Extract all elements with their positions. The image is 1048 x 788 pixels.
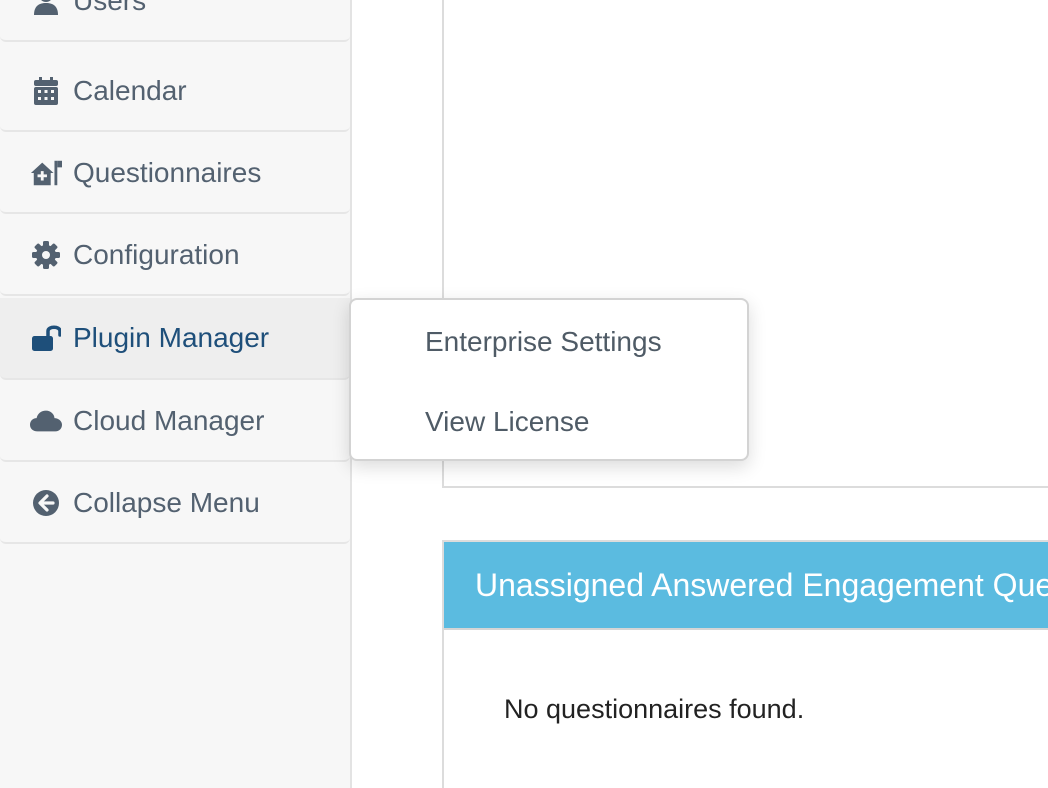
sidebar-item-label: Plugin Manager — [73, 322, 270, 353]
circle-arrow-left-icon — [30, 487, 62, 519]
page: Unassigned Answered Engagement Questionn… — [0, 0, 1048, 788]
panel-title: Unassigned Answered Engagement Questionn… — [444, 542, 1048, 630]
sidebar: Users Calendar Questionnaires Configurat… — [0, 0, 352, 788]
unassigned-questionnaires-panel: Unassigned Answered Engagement Questionn… — [442, 540, 1048, 788]
empty-message: No questionnaires found. — [504, 694, 805, 724]
user-icon — [30, 0, 62, 17]
sidebar-item-questionnaires[interactable]: Questionnaires — [0, 134, 350, 214]
calendar-icon — [30, 75, 62, 107]
menu-item-label: Enterprise Settings — [425, 326, 662, 357]
sidebar-item-label: Configuration — [73, 239, 240, 270]
plugin-manager-dropdown: Enterprise Settings View License — [349, 298, 749, 461]
sidebar-item-calendar[interactable]: Calendar — [0, 52, 350, 132]
sidebar-item-label: Questionnaires — [73, 157, 262, 188]
sidebar-item-label: Cloud Manager — [73, 405, 265, 436]
cloud-icon — [30, 405, 62, 437]
menu-item-view-license[interactable]: View License — [351, 387, 747, 457]
unlock-icon — [30, 322, 62, 354]
sidebar-item-label: Users — [73, 0, 147, 16]
sidebar-item-plugin-manager[interactable]: Plugin Manager — [0, 298, 350, 380]
sidebar-item-cloud-manager[interactable]: Cloud Manager — [0, 382, 350, 462]
menu-item-label: View License — [425, 406, 590, 437]
house-medical-flag-icon — [30, 157, 62, 189]
menu-item-enterprise-settings[interactable]: Enterprise Settings — [351, 307, 747, 377]
sidebar-item-collapse-menu[interactable]: Collapse Menu — [0, 464, 350, 544]
gear-icon — [30, 239, 62, 271]
sidebar-item-label: Calendar — [73, 75, 187, 106]
sidebar-item-users[interactable]: Users — [0, 0, 350, 42]
sidebar-item-configuration[interactable]: Configuration — [0, 216, 350, 296]
sidebar-item-label: Collapse Menu — [73, 487, 260, 518]
